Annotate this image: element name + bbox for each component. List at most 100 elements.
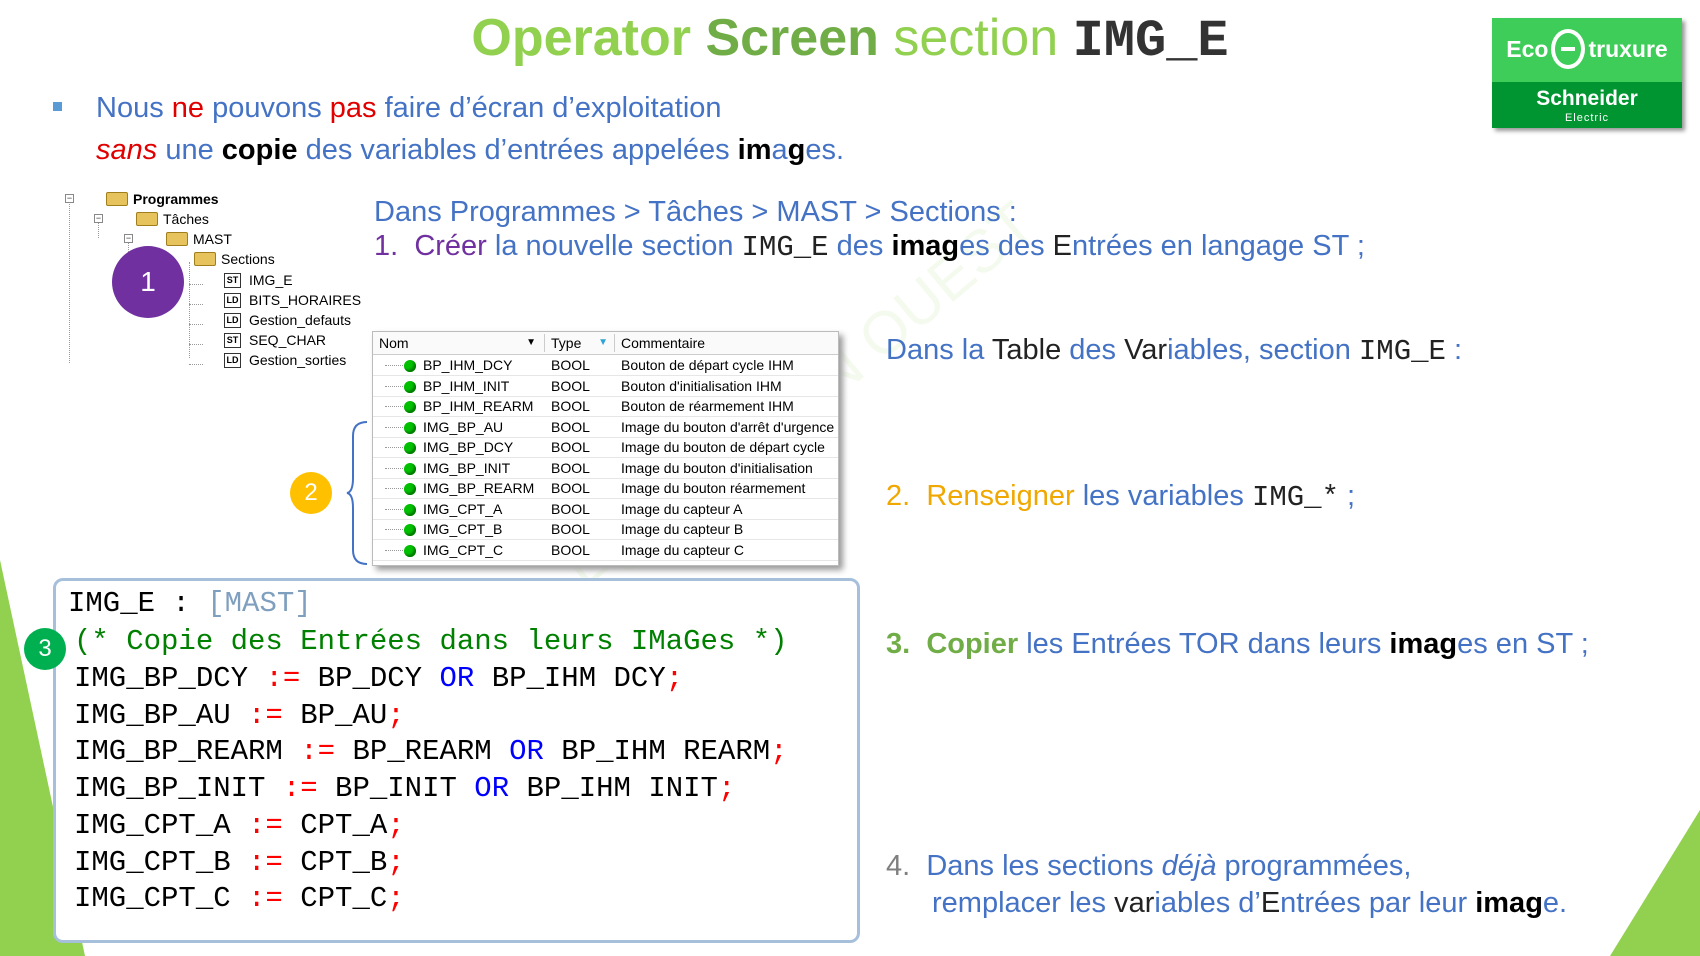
header-label: Commentaire — [621, 335, 706, 351]
variable-type: BOOL — [551, 398, 590, 414]
variable-row[interactable]: IMG_BP_AU BOOL Image du bouton d'arrêt d'u… — [373, 417, 838, 438]
step-seg: ntrées par leur — [1280, 887, 1476, 919]
code-comment: (* Copie des Entrées dans leurs IMaGes *… — [74, 625, 788, 658]
code-terminator: ; — [387, 698, 405, 732]
tree-section-bits-horaires[interactable]: LD BITS_HORAIRES — [224, 291, 361, 309]
st-code-editor[interactable]: IMG_E : [MAST] (* Copie des Entrées dans… — [53, 578, 860, 943]
code-line: IMG_BP_DCY := BP_DCY OR BP_IHM DCY; — [74, 662, 683, 695]
intro-seg: a — [771, 134, 788, 166]
ld-section-icon: LD — [224, 292, 241, 308]
tree-guide-line — [385, 467, 403, 469]
code-source-variable: CPT_C — [282, 882, 388, 916]
tree-guide-line — [385, 447, 403, 448]
variable-name: IMG_BP_DCY — [423, 439, 514, 455]
code-assign-operator: := — [248, 808, 283, 842]
collapse-toggle-icon[interactable]: − — [94, 214, 103, 223]
intro-seg-g: g — [787, 134, 806, 166]
step-seg: Dans les sections — [926, 850, 1162, 882]
variable-type: BOOL — [551, 439, 590, 455]
step-marker-1: 1 — [112, 246, 184, 318]
collapse-toggle-icon[interactable]: − — [124, 234, 133, 243]
step-seg-bold: g — [1525, 887, 1543, 919]
step-seg-bold: ima — [1475, 887, 1526, 919]
folder-icon — [166, 232, 188, 246]
folder-icon — [136, 212, 158, 226]
variable-name: IMG_CPT_A — [423, 500, 503, 517]
curly-brace-icon — [346, 421, 368, 565]
code-terminator: ; — [770, 735, 788, 769]
code-line: IMG_BP_AU := BP_AU; — [74, 699, 405, 732]
variable-row[interactable]: IMG_BP_DCY BOOL Image du bouton de départ … — [373, 437, 838, 458]
intro-seg-sans: sans — [96, 134, 158, 166]
header-label: Type — [551, 335, 582, 351]
tree-guide-line — [69, 198, 70, 363]
ld-section-icon: LD — [224, 312, 241, 328]
tree-node-mast[interactable]: MAST — [166, 230, 232, 248]
code-terminator: ; — [717, 772, 736, 806]
step-seg-e: E — [1052, 230, 1072, 262]
tree-section-img-e[interactable]: ST IMG_E — [224, 271, 293, 289]
header-label: Nom — [379, 335, 409, 351]
intro-seg: pouvons — [204, 92, 330, 124]
step-seg-table: Table — [991, 334, 1062, 366]
bullet-square-icon — [53, 102, 62, 111]
code-source-variable: BP_DCY — [300, 662, 440, 695]
variable-status-dot-icon — [404, 544, 416, 557]
tree-guide-line — [189, 304, 203, 305]
code-line: IMG_CPT_A := CPT_A; — [74, 809, 405, 842]
tree-section-gestion-sorties[interactable]: LD Gestion_sorties — [224, 351, 346, 369]
column-header-nom[interactable]: Nom ▼ — [373, 334, 545, 352]
variable-comment: Image du bouton d'arrêt d'urgence — [621, 418, 835, 435]
column-header-commentaire[interactable]: Commentaire — [615, 334, 838, 352]
tree-guide-line — [385, 488, 403, 489]
tree-node-label: BITS_HORAIRES — [249, 292, 362, 308]
tree-section-gestion-defauts[interactable]: LD Gestion_defauts — [224, 311, 351, 329]
tree-node-sections[interactable]: Sections — [194, 250, 275, 268]
variable-status-dot-icon — [404, 483, 416, 495]
step-1-text: 1. Créer la nouvelle section IMG_E des i… — [374, 230, 1365, 264]
step-seg: ; — [1338, 480, 1356, 512]
variable-comment: Bouton de départ cycle IHM — [621, 357, 794, 373]
step-3-text: 3. Copier les Entrées TOR dans leurs ima… — [886, 628, 1589, 661]
variable-status-dot-icon — [404, 442, 416, 454]
step-seg: des — [828, 230, 892, 262]
filter-icon[interactable]: ▼ — [598, 334, 608, 352]
variable-comment: Bouton de réarmement IHM — [621, 398, 794, 414]
variable-name: BP_IHM_REARM — [423, 398, 534, 414]
variable-status-dot-icon — [404, 401, 416, 413]
tree-node-taches[interactable]: Tâches — [136, 210, 209, 228]
variable-row[interactable]: BP_IHM_INIT BOOL Bouton d'initialisation I… — [373, 376, 838, 397]
code-keyword: OR — [509, 735, 544, 769]
tree-node-programmes[interactable]: Programmes — [106, 190, 219, 208]
variable-row[interactable]: IMG_CPT_B BOOL Image du capteur B — [373, 519, 838, 540]
dropdown-arrow-icon[interactable]: ▼ — [526, 334, 536, 352]
step-seg: la nouvelle section — [486, 230, 742, 262]
code-assign-operator: := — [265, 662, 301, 695]
title-word-operator: Operator — [471, 9, 691, 67]
step-seg: ntrées en langage ST ; — [1071, 230, 1365, 262]
variable-row[interactable]: IMG_BP_REARM BOOL Image du bouton réarmeme… — [373, 478, 838, 499]
tree-guide-line — [189, 344, 203, 345]
intro-line-2: sans une copie des variables d’entrées a… — [96, 134, 844, 167]
step-seg-bold: ima — [891, 230, 942, 262]
variable-row[interactable]: IMG_BP_INIT BOOL Image du bouton d'initial… — [373, 458, 838, 479]
code-source-variable: BP_IHM INIT — [509, 772, 718, 806]
code-task-name: [MAST] — [207, 587, 312, 620]
variable-row[interactable]: IMG_CPT_A BOOL Image du capteur A — [373, 499, 838, 520]
variable-status-dot-icon — [404, 524, 416, 536]
code-source-variable: BP_INIT — [317, 772, 475, 806]
collapse-toggle-icon[interactable]: − — [65, 194, 74, 203]
variable-type: BOOL — [551, 541, 590, 558]
variable-row[interactable]: IMG_CPT_C BOOL Image du capteur C — [373, 540, 838, 561]
variable-type: BOOL — [551, 418, 590, 435]
step-seg: e. — [1542, 887, 1568, 919]
tree-node-label: IMG_E — [249, 272, 293, 288]
column-header-type[interactable]: Type ▼ — [545, 334, 615, 352]
folder-icon — [106, 192, 128, 206]
step-1-verb: Créer — [414, 230, 487, 262]
variable-row[interactable]: BP_IHM_REARM BOOL Bouton de réarmement IHM — [373, 396, 838, 417]
code-terminator: ; — [387, 845, 405, 879]
tree-section-seq-char[interactable]: ST SEQ_CHAR — [224, 331, 326, 349]
variable-row[interactable]: BP_IHM_DCY BOOL Bouton de départ cycle IHM — [373, 355, 838, 376]
page-title: Operator Screen section IMG_E — [0, 8, 1700, 71]
